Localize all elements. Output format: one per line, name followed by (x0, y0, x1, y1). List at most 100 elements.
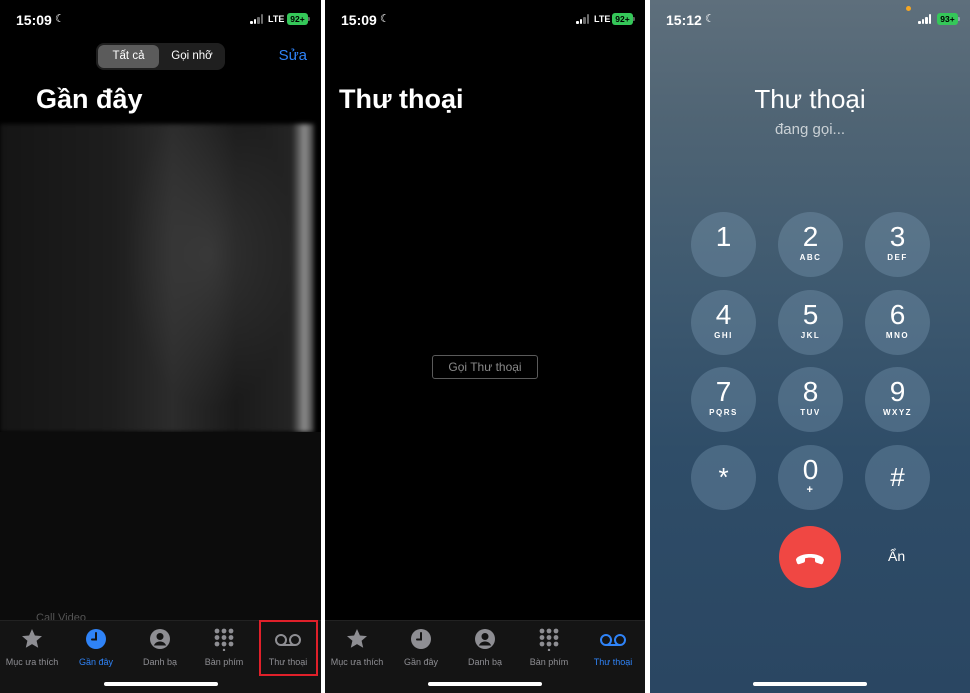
battery-icon: 92+ (612, 13, 633, 25)
tab-label: Mục ưa thích (5, 657, 59, 667)
key-digit: 0 (802, 454, 819, 485)
battery-tip (633, 17, 635, 21)
battery-icon: 92+ (287, 13, 308, 25)
clock-icon (86, 629, 106, 649)
status-bar: 15:09 ☾ LTE 92+ (325, 0, 645, 40)
blurred-call-list (0, 124, 314, 432)
key-5[interactable]: 5 JKL (778, 290, 843, 355)
tab-favorites[interactable]: Mục ưa thích (325, 627, 389, 667)
list-background (0, 432, 321, 622)
voicemail-icon (600, 634, 626, 646)
segment-missed[interactable]: Gọi nhỡ (161, 45, 223, 68)
voicemail-highlight-box (259, 620, 318, 676)
key-2[interactable]: 2 ABC (778, 212, 843, 277)
key-letters: GHI (714, 331, 733, 340)
home-indicator[interactable] (428, 682, 542, 686)
signal-icon (918, 14, 932, 24)
key-letters: + (806, 484, 815, 496)
tab-voicemail[interactable]: Thư thoại (581, 627, 645, 667)
key-letters: WXYZ (882, 408, 913, 417)
key-digit: 5 (802, 299, 819, 330)
key-1[interactable]: 1 (691, 212, 756, 277)
end-call-button[interactable] (779, 526, 841, 588)
key-letters: MNO (885, 331, 910, 340)
key-letters: PQRS (709, 408, 738, 417)
tab-label: Bàn phím (529, 657, 569, 667)
segment-all[interactable]: Tất cả (98, 45, 159, 68)
key-digit: 3 (889, 221, 906, 252)
home-indicator[interactable] (103, 682, 218, 686)
recents-screen: 15:09 ☾ LTE 92+ Tất cả Gọi nhỡ Sửa Gần đ… (0, 0, 321, 693)
key-digit: * (718, 462, 729, 492)
key-digit: 2 (802, 221, 819, 252)
tab-label: Danh bạ (142, 657, 178, 667)
tab-favorites[interactable]: Mục ưa thích (0, 627, 64, 667)
key-star[interactable]: * (691, 445, 756, 510)
tab-label: Gần đây (403, 657, 439, 667)
signal-icon (250, 14, 264, 24)
person-circle-icon (475, 629, 495, 649)
call-status: đang gọi... (774, 121, 846, 138)
edit-button[interactable]: Sửa (279, 47, 307, 64)
recents-filter-segment: Tất cả Gọi nhỡ (96, 43, 225, 70)
voicemail-screen: 15:09 ☾ LTE 92+ Thư thoại Gọi Thư thoại … (325, 0, 645, 693)
status-time: 15:12 (666, 12, 702, 28)
key-digit: 1 (715, 221, 732, 252)
key-7[interactable]: 7 PQRS (691, 367, 756, 432)
signal-icon (576, 14, 590, 24)
star-icon (347, 629, 367, 648)
key-6[interactable]: 6 MNO (865, 290, 930, 355)
tab-contacts[interactable]: Danh bạ (128, 627, 192, 667)
key-0[interactable]: 0 + (778, 445, 843, 510)
star-icon (22, 629, 42, 648)
tab-label: Mục ưa thích (330, 657, 384, 667)
tab-keypad[interactable]: Bàn phím (192, 627, 256, 667)
phone-hangup-icon (796, 554, 824, 565)
tab-recents[interactable]: Gần đây (64, 627, 128, 667)
person-circle-icon (150, 629, 170, 649)
moon-icon: ☾ (55, 13, 65, 25)
battery-icon: 93+ (937, 13, 958, 25)
key-9[interactable]: 9 WXYZ (865, 367, 930, 432)
key-hash[interactable]: # (865, 445, 930, 510)
status-time: 15:09 (341, 12, 377, 28)
status-bar: 15:09 ☾ LTE 92+ (0, 0, 321, 40)
tab-contacts[interactable]: Danh bạ (453, 627, 517, 667)
key-8[interactable]: 8 TUV (778, 367, 843, 432)
call-voicemail-button[interactable]: Gọi Thư thoại (432, 355, 538, 379)
battery-tip (308, 17, 310, 21)
clock-icon (411, 629, 431, 649)
hide-keypad-button[interactable]: Ẩn (888, 548, 905, 564)
tab-keypad[interactable]: Bàn phím (517, 627, 581, 667)
battery-tip (958, 17, 960, 21)
page-title: Gần đây (36, 84, 143, 114)
tab-label: Gần đây (78, 657, 114, 667)
tab-label: Bàn phím (204, 657, 244, 667)
microphone-in-use-dot (906, 6, 911, 11)
status-time: 15:09 (16, 12, 52, 28)
key-letters: JKL (800, 331, 821, 340)
call-name: Thư thoại (754, 84, 866, 114)
home-indicator[interactable] (753, 682, 867, 686)
key-3[interactable]: 3 DEF (865, 212, 930, 277)
tab-label: Thư thoại (593, 657, 633, 667)
key-digit: 6 (889, 299, 906, 330)
key-digit: 9 (889, 376, 906, 407)
keypad-icon (539, 628, 559, 651)
network-type: LTE (268, 14, 285, 24)
key-digit: 4 (715, 299, 732, 330)
keypad-icon (214, 628, 234, 651)
status-bar: 15:12 ☾ 93+ (650, 0, 970, 40)
key-letters: DEF (887, 253, 908, 262)
network-type: LTE (594, 14, 611, 24)
page-title: Thư thoại (339, 84, 464, 114)
tab-recents[interactable]: Gần đây (389, 627, 453, 667)
key-4[interactable]: 4 GHI (691, 290, 756, 355)
moon-icon: ☾ (705, 13, 715, 25)
calling-screen: 15:12 ☾ 93+ Thư thoại đang gọi... 1 2 ABC… (650, 0, 970, 693)
moon-icon: ☾ (380, 13, 390, 25)
key-digit: 7 (715, 376, 732, 407)
key-letters: TUV (800, 408, 821, 417)
key-digit: 8 (802, 376, 819, 407)
key-digit: # (890, 462, 905, 492)
